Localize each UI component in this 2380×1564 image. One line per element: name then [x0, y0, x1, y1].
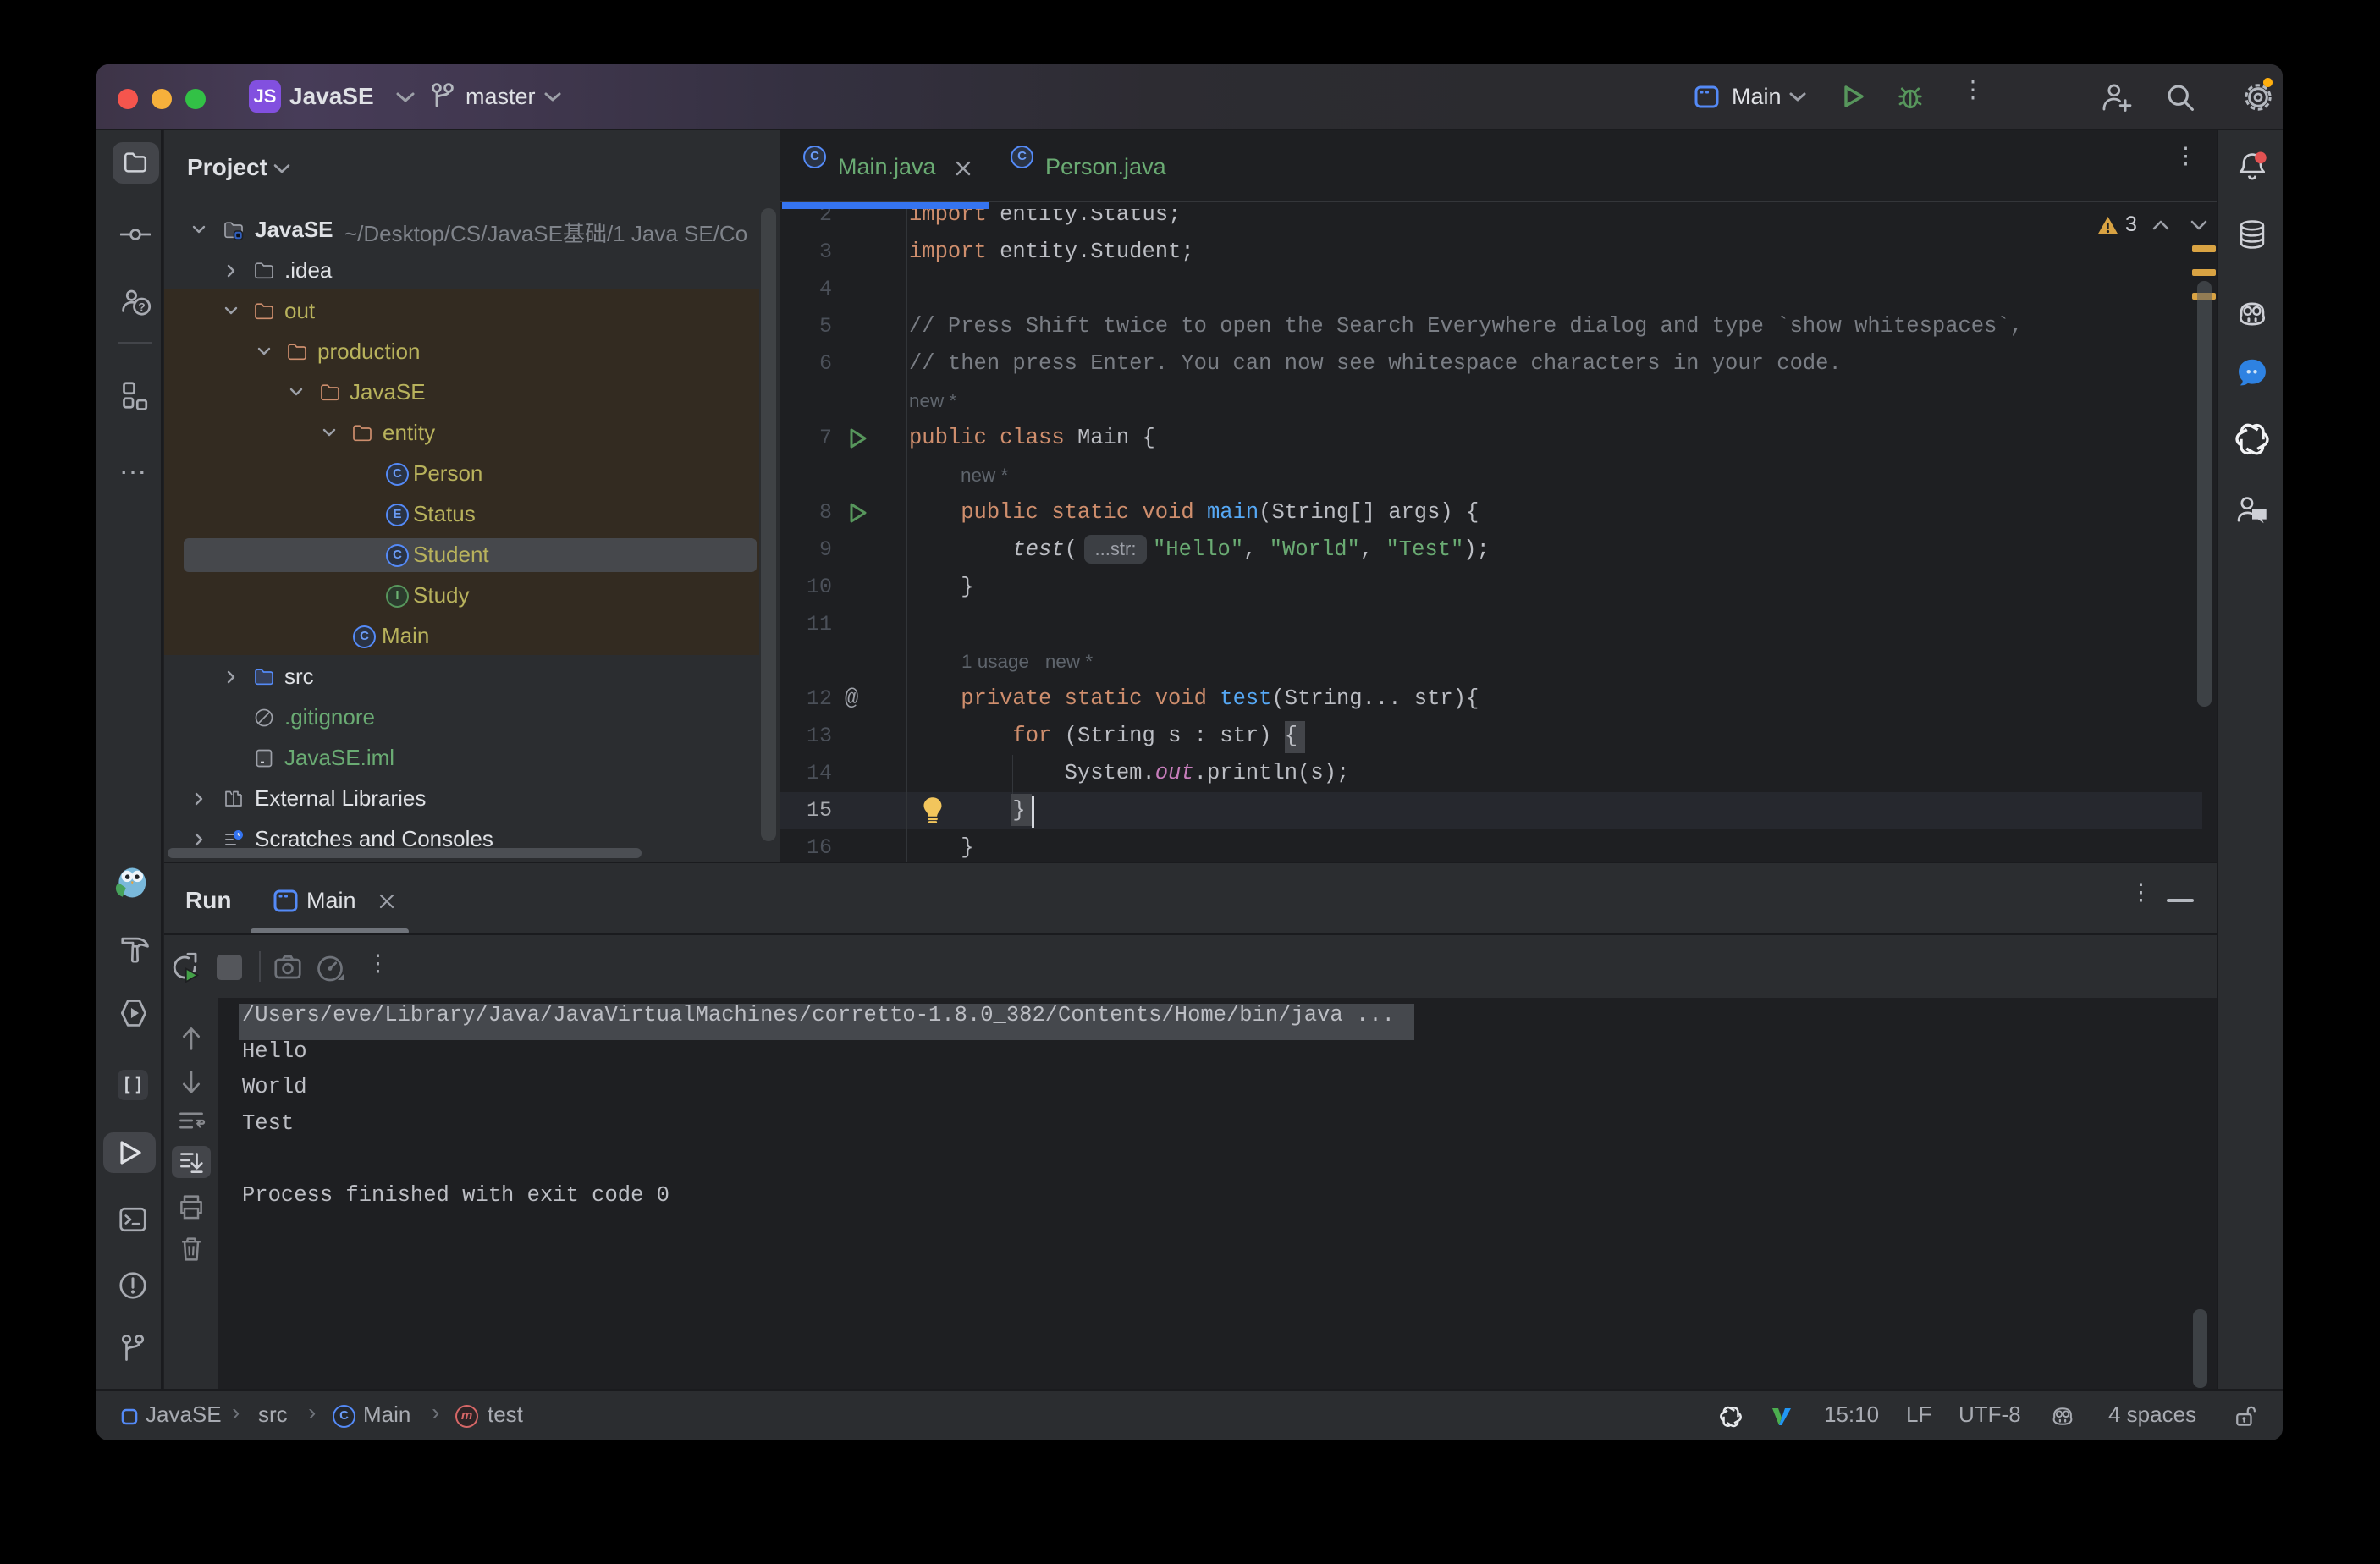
svg-text:?: ?: [138, 300, 145, 313]
